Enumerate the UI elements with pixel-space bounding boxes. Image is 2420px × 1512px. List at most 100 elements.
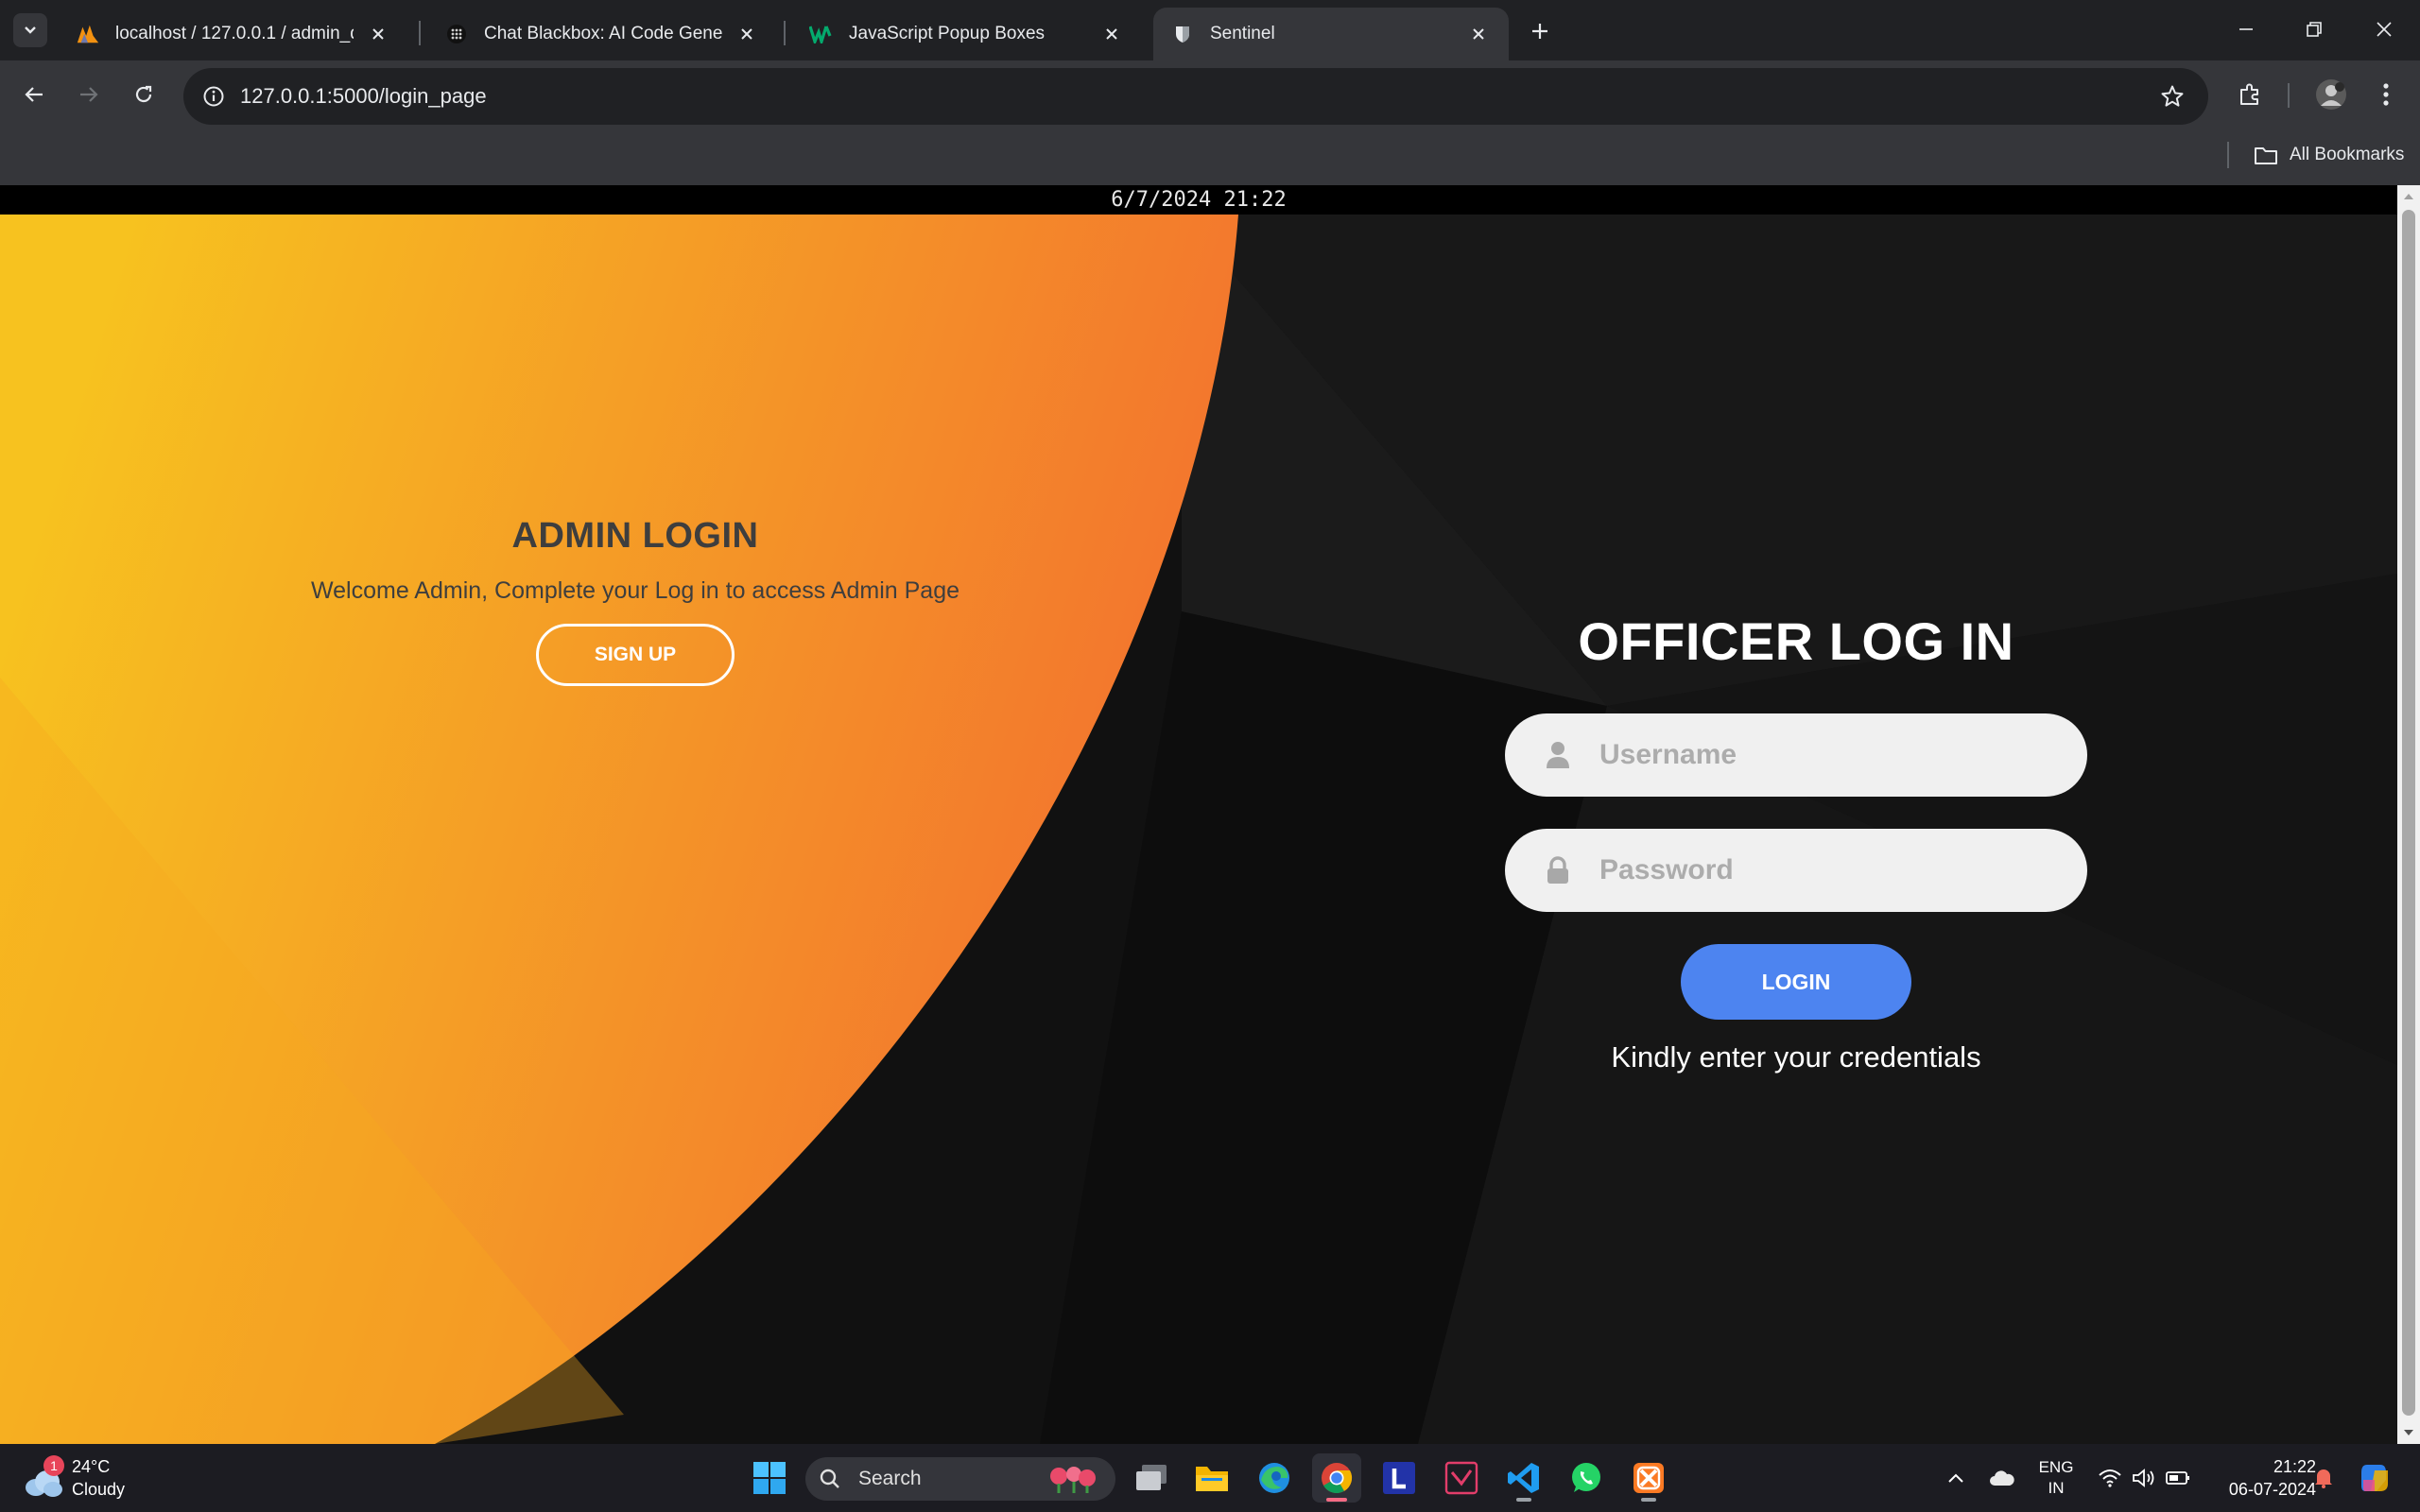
restore-button[interactable]	[2291, 9, 2337, 49]
onedrive-button[interactable]	[1983, 1444, 2021, 1512]
password-field[interactable]: Password	[1505, 829, 2087, 912]
cloud-icon	[1990, 1470, 2014, 1486]
close-icon[interactable]	[734, 21, 760, 47]
wifi-icon	[2099, 1469, 2121, 1487]
system-clock[interactable]: 21:22 06-07-2024	[2203, 1455, 2316, 1501]
windows-icon	[753, 1462, 786, 1494]
l-app-button[interactable]	[1374, 1453, 1424, 1503]
running-indicator	[1516, 1498, 1531, 1502]
arrow-right-icon	[80, 87, 98, 102]
task-view-button[interactable]	[1127, 1453, 1176, 1503]
chevron-down-icon	[25, 26, 36, 34]
officer-login-title: OFFICER LOG IN	[1578, 611, 2014, 671]
scroll-up-arrow-icon[interactable]	[2397, 185, 2420, 208]
show-hidden-icons-button[interactable]	[1942, 1444, 1970, 1512]
chevron-up-icon	[1948, 1473, 1963, 1483]
close-icon[interactable]	[365, 21, 391, 47]
browser-menu-button[interactable]	[2365, 74, 2407, 115]
tab-blackbox[interactable]: Chat Blackbox: AI Code Generation	[427, 8, 777, 60]
file-explorer-button[interactable]	[1187, 1453, 1236, 1503]
admin-login-subtitle: Welcome Admin, Complete your Log in to a…	[311, 577, 959, 604]
speaker-icon	[2133, 1469, 2154, 1487]
officer-login-form: OFFICER LOG IN Username Password LOGIN K…	[1505, 610, 2087, 1074]
wifi-status[interactable]	[2095, 1444, 2125, 1512]
running-indicator	[1641, 1498, 1656, 1502]
scrollbar-thumb[interactable]	[2402, 210, 2415, 1416]
extensions-button[interactable]	[2229, 74, 2271, 115]
cloud-icon: 1	[23, 1455, 64, 1497]
blackbox-icon	[444, 22, 469, 46]
reload-button[interactable]	[123, 74, 164, 115]
datetime-display: 6/7/2024 21:22	[0, 185, 2397, 215]
language-indicator[interactable]: ENG IN	[2031, 1457, 2082, 1499]
bookmark-star-icon[interactable]	[2157, 81, 2187, 112]
weather-condition: Cloudy	[72, 1480, 126, 1499]
edge-icon	[1259, 1463, 1289, 1493]
browser-toolbar: 127.0.0.1:5000/login_page	[0, 60, 2420, 132]
chrome-icon	[1322, 1463, 1353, 1493]
restore-icon	[2307, 22, 2322, 37]
admin-login-panel: ADMIN LOGIN Welcome Admin, Complete your…	[0, 516, 1270, 686]
all-bookmarks-label: All Bookmarks	[2290, 145, 2405, 164]
tab-title: JavaScript Popup Boxes	[849, 24, 1046, 43]
check-app-icon	[1444, 1461, 1478, 1495]
edge-button[interactable]	[1250, 1453, 1299, 1503]
clock-time: 21:22	[2273, 1457, 2316, 1476]
w3schools-icon	[809, 22, 834, 46]
arrow-left-icon	[25, 87, 43, 102]
scroll-down-arrow-icon[interactable]	[2397, 1421, 2420, 1444]
tab-title: Chat Blackbox: AI Code Generation	[484, 24, 722, 43]
reload-icon	[135, 85, 152, 103]
taskbar-search[interactable]: Search	[805, 1457, 1115, 1501]
tab-w3schools[interactable]: JavaScript Popup Boxes	[792, 8, 1142, 60]
whatsapp-button[interactable]	[1562, 1453, 1611, 1503]
windows-taskbar: 1 24°C Cloudy Search ENG IN 21:22 06-07-…	[0, 1444, 2420, 1512]
profile-avatar[interactable]	[2310, 74, 2352, 115]
back-button[interactable]	[13, 74, 55, 115]
minimize-button[interactable]	[2223, 9, 2269, 49]
battery-status[interactable]	[2163, 1444, 2193, 1512]
site-info-icon[interactable]	[195, 77, 233, 115]
username-field[interactable]: Username	[1505, 713, 2087, 797]
volume-status[interactable]	[2129, 1444, 2159, 1512]
close-icon	[2377, 22, 2392, 37]
vs-app-button[interactable]	[1437, 1453, 1486, 1503]
toolbar-divider	[2288, 83, 2290, 108]
l-app-icon	[1383, 1462, 1415, 1494]
tab-phpmyadmin[interactable]: localhost / 127.0.0.1 / admin_db /	[59, 8, 408, 60]
sign-up-button[interactable]: SIGN UP	[536, 624, 735, 686]
search-label: Search	[858, 1468, 922, 1489]
weather-widget[interactable]: 1 24°C Cloudy	[23, 1452, 125, 1504]
page-scrollbar[interactable]	[2397, 185, 2420, 1444]
page-viewport: 6/7/2024 21:22 ADMIN LOGIN Welcome Admin…	[0, 185, 2397, 1444]
all-bookmarks-button[interactable]: All Bookmarks	[2254, 132, 2404, 178]
tab-title: Sentinel	[1210, 24, 1275, 43]
address-bar[interactable]: 127.0.0.1:5000/login_page	[183, 68, 2208, 125]
phpmyadmin-icon	[76, 22, 100, 46]
flowers-icon	[1050, 1467, 1096, 1493]
bell-icon	[2315, 1469, 2332, 1488]
chrome-button[interactable]	[1312, 1453, 1361, 1503]
more-vertical-icon	[2383, 83, 2389, 106]
notifications-button[interactable]	[2310, 1444, 2337, 1512]
tab-search-button[interactable]	[13, 13, 47, 47]
shield-icon	[1170, 22, 1195, 46]
minimize-icon	[2239, 28, 2253, 30]
whatsapp-icon	[1572, 1463, 1600, 1492]
tab-title: localhost / 127.0.0.1 / admin_db /	[115, 24, 354, 43]
avatar-icon	[2316, 79, 2346, 110]
copilot-button[interactable]	[2354, 1444, 2395, 1512]
new-tab-button[interactable]	[1524, 15, 1556, 47]
login-button[interactable]: LOGIN	[1681, 944, 1911, 1020]
battery-icon	[2166, 1471, 2189, 1485]
language-code: ENG	[2038, 1458, 2074, 1476]
forward-button[interactable]	[68, 74, 110, 115]
close-window-button[interactable]	[2361, 9, 2407, 49]
close-icon[interactable]	[1465, 21, 1492, 47]
vscode-button[interactable]	[1499, 1453, 1548, 1503]
close-icon[interactable]	[1098, 21, 1125, 47]
start-button[interactable]	[745, 1453, 794, 1503]
search-icon	[820, 1469, 839, 1488]
tab-sentinel[interactable]: Sentinel	[1153, 8, 1509, 60]
xampp-button[interactable]	[1624, 1453, 1673, 1503]
